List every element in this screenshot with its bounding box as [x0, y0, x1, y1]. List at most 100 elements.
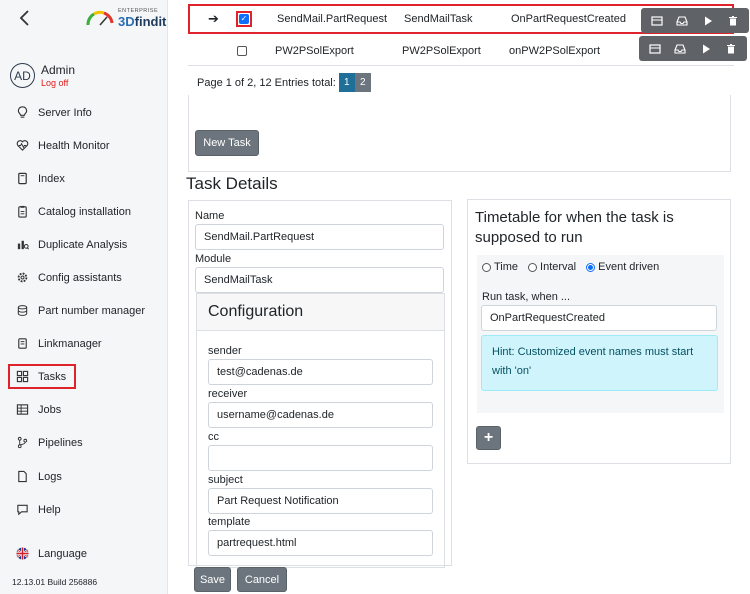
sidebar-item-config-assistants[interactable]: Config assistants: [8, 265, 158, 290]
save-button[interactable]: Save: [194, 567, 231, 592]
table-row[interactable]: PW2PSolExport PW2PSolExport onPW2PSolExp…: [188, 36, 747, 66]
event-name-field[interactable]: OnPartRequestCreated: [481, 305, 717, 331]
task-event: onPW2PSolExport: [509, 44, 601, 57]
module-field[interactable]: SendMailTask: [195, 267, 444, 293]
timetable-card: Timetable for when the task is supposed …: [467, 199, 731, 464]
logoff-link[interactable]: Log off: [41, 78, 75, 88]
gear-icon: [15, 271, 29, 285]
radio-label: Time: [494, 261, 519, 273]
subject-field[interactable]: Part Request Notification: [208, 488, 433, 514]
sidebar-item-pipelines[interactable]: Pipelines: [8, 430, 158, 455]
branch-icon: [15, 436, 29, 450]
sender-field[interactable]: test@cadenas.de: [208, 359, 433, 385]
sidebar-item-label: Pipelines: [38, 436, 83, 449]
cancel-button[interactable]: Cancel: [237, 567, 287, 592]
run-task-label: Run task, when ...: [482, 291, 571, 303]
play-icon[interactable]: [702, 15, 714, 27]
page-button-1[interactable]: 1: [338, 73, 355, 92]
sidebar-item-index[interactable]: Index: [8, 166, 158, 191]
row-checkbox[interactable]: [237, 45, 247, 56]
inbox-icon[interactable]: [676, 15, 688, 27]
sidebar-item-label: Logs: [38, 470, 62, 483]
sidebar-item-label: Part number manager: [38, 304, 145, 317]
play-icon[interactable]: [700, 43, 712, 55]
template-field[interactable]: partrequest.html: [208, 530, 433, 556]
name-field[interactable]: SendMail.PartRequest: [195, 224, 444, 250]
pagination: Page 1 of 2, 12 Entries total: 1 2: [188, 70, 734, 95]
sidebar-item-help[interactable]: Help: [8, 497, 158, 522]
sidebar-item-label: Help: [38, 503, 61, 516]
version-info: 12.13.01 Build 256886: [12, 577, 98, 587]
receiver-field[interactable]: username@cadenas.de: [208, 402, 433, 428]
uk-flag-icon: [15, 547, 29, 561]
radio-interval[interactable]: Interval: [528, 261, 576, 273]
trash-icon[interactable]: [727, 15, 739, 27]
clipboard-icon: [15, 205, 29, 219]
cc-label: cc: [208, 431, 219, 443]
radio-event-driven[interactable]: Event driven: [586, 261, 659, 273]
chat-icon: [15, 503, 29, 517]
sidebar-item-label: Server Info: [38, 106, 92, 119]
sidebar-item-health-monitor[interactable]: Health Monitor: [8, 133, 158, 158]
inbox-icon[interactable]: [674, 43, 686, 55]
page-title: Task Details: [186, 174, 278, 193]
grid-icon: [15, 370, 29, 384]
task-list-card: New Task: [188, 95, 731, 172]
details-icon[interactable]: [651, 15, 663, 27]
table-row[interactable]: ➔ ✓ SendMail.PartRequest SendMailTask On…: [188, 4, 749, 34]
hint-alert: Hint: Customized event names must start …: [481, 335, 718, 391]
cc-field[interactable]: [208, 445, 433, 471]
lightbulb-icon: [15, 106, 29, 120]
sidebar-item-tasks[interactable]: Tasks: [8, 364, 76, 389]
new-task-button[interactable]: New Task: [195, 130, 259, 156]
configuration-title: Configuration: [197, 294, 444, 331]
sidebar-item-linkmanager[interactable]: Linkmanager: [8, 331, 158, 356]
sidebar-item-jobs[interactable]: Jobs: [8, 397, 158, 422]
trash-icon[interactable]: [725, 43, 737, 55]
sidebar-item-label: Health Monitor: [38, 139, 110, 152]
row-actions: [641, 8, 749, 33]
arrow-right-icon: ➔: [208, 11, 219, 26]
radio-time[interactable]: Time: [482, 261, 518, 273]
main-content: ➔ ✓ SendMail.PartRequest SendMailTask On…: [168, 0, 750, 594]
sidebar-item-label: Jobs: [38, 403, 62, 416]
sidebar-item-label: Catalog installation: [38, 205, 131, 218]
sidebar-item-duplicate-analysis[interactable]: Duplicate Analysis: [8, 232, 158, 257]
page-button-2[interactable]: 2: [354, 73, 371, 92]
template-label: template: [208, 516, 251, 528]
user-block: AD Admin Log off: [10, 63, 75, 88]
sidebar-item-catalog-installation[interactable]: Catalog installation: [8, 199, 158, 224]
radio-button[interactable]: [528, 262, 538, 272]
sidebar-item-part-number-manager[interactable]: Part number manager: [8, 298, 158, 323]
subject-label: subject: [208, 474, 243, 486]
avatar[interactable]: AD: [10, 63, 35, 88]
sidebar-item-server-info[interactable]: Server Info: [8, 100, 158, 125]
sender-label: sender: [208, 345, 242, 357]
schedule-type-radio-group: Time Interval Event driven: [482, 261, 669, 273]
link-icon: [15, 337, 29, 351]
logo-findit: findit: [134, 13, 167, 29]
sidebar-item-label: Config assistants: [38, 271, 122, 284]
task-event: OnPartRequestCreated: [511, 13, 626, 25]
add-schedule-button[interactable]: +: [476, 426, 501, 450]
user-name: Admin: [41, 63, 76, 77]
radio-button[interactable]: [482, 262, 491, 272]
table-icon: [15, 403, 29, 417]
radio-label: Event driven: [598, 261, 660, 273]
back-arrow-icon[interactable]: [18, 9, 32, 27]
radio-label: Interval: [540, 261, 577, 273]
sidebar-item-logs[interactable]: Logs: [8, 464, 158, 489]
database-icon: [15, 304, 29, 318]
row-checkbox[interactable]: ✓: [239, 14, 249, 24]
heart-pulse-icon: [15, 139, 29, 153]
name-label: Name: [195, 210, 225, 222]
task-name: SendMail.PartRequest: [277, 13, 388, 25]
logo-3d: 3D: [118, 13, 135, 29]
language-selector[interactable]: Language: [8, 541, 158, 566]
app-logo: ENTERPRISE 3Dfindit: [85, 8, 167, 29]
details-icon[interactable]: [649, 43, 661, 55]
row-actions: [639, 36, 747, 61]
radio-button[interactable]: [586, 262, 596, 272]
module-label: Module: [195, 253, 232, 265]
sidebar-item-label: Linkmanager: [38, 337, 102, 350]
